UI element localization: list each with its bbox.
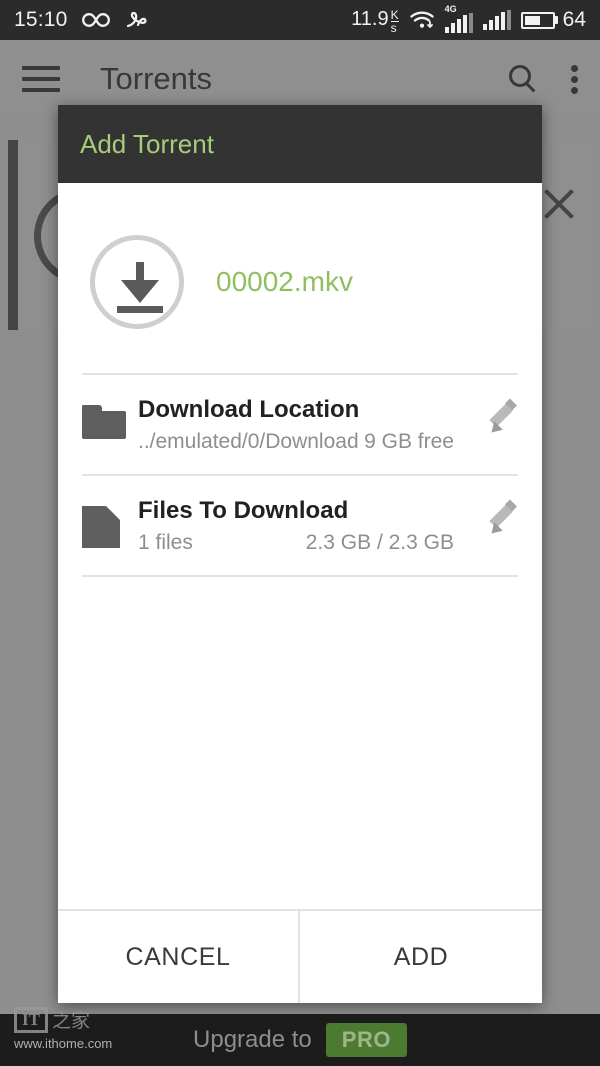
- add-torrent-dialog: Add Torrent 00002.mkv Download Location …: [58, 105, 542, 1003]
- wifi-icon: [409, 10, 435, 30]
- download-location-row[interactable]: Download Location ../emulated/0/Download…: [58, 375, 542, 474]
- dialog-title: Add Torrent: [80, 128, 214, 159]
- download-location-title: Download Location: [138, 396, 360, 423]
- files-to-download-title: Files To Download: [138, 496, 349, 524]
- network-speed-value: 11.9: [351, 7, 389, 30]
- network-speed-indicator: 11.9 K s: [351, 7, 399, 34]
- mobile-signal-secondary: [482, 10, 511, 30]
- network-speed-unit: K s: [390, 7, 399, 34]
- battery-percent-label: 64: [562, 8, 586, 31]
- folder-icon: [82, 397, 138, 439]
- divider: [82, 574, 518, 577]
- edit-files-button[interactable]: [460, 498, 518, 538]
- edit-download-location-button[interactable]: [460, 397, 518, 437]
- download-location-path: ../emulated/0/Download: [138, 429, 359, 453]
- watermark: IT 之家 www.ithome.com: [14, 1006, 154, 1066]
- dialog-actions: CANCEL ADD: [58, 909, 542, 1003]
- upgrade-label: Upgrade to: [193, 1026, 312, 1053]
- watermark-logo: IT 之家: [14, 1006, 90, 1033]
- watermark-logo-cn: 之家: [52, 1010, 91, 1032]
- files-size-label: 2.3 GB / 2.3 GB: [305, 530, 454, 554]
- pro-badge[interactable]: PRO: [325, 1023, 407, 1057]
- download-location-text: Download Location ../emulated/0/Download…: [138, 396, 460, 454]
- watermark-url: www.ithome.com: [14, 1036, 113, 1051]
- mobile-signal-primary: 4G: [444, 4, 473, 33]
- pencil-icon: [484, 499, 518, 538]
- download-circle-icon: [90, 235, 184, 329]
- network-speed-unit-bottom: s: [390, 20, 399, 34]
- status-bar-left: 15:10: [14, 8, 150, 32]
- watermark-logo-text: IT: [14, 1006, 48, 1033]
- cancel-button[interactable]: CANCEL: [58, 911, 300, 1003]
- dialog-header: Add Torrent: [58, 105, 542, 183]
- download-location-detail: ../emulated/0/Download 9 GB free: [138, 430, 460, 454]
- download-location-free-space: 9 GB free: [364, 429, 454, 453]
- status-bar-clock: 15:10: [14, 8, 68, 31]
- add-button[interactable]: ADD: [300, 911, 542, 1003]
- torrent-summary-row: 00002.mkv: [58, 183, 542, 329]
- signal-bars-icon: [444, 12, 473, 33]
- battery-icon: [520, 11, 555, 29]
- torrent-filename: 00002.mkv: [216, 266, 353, 297]
- file-icon: [82, 498, 138, 548]
- dialog-body: 00002.mkv Download Location ../emulated/…: [58, 183, 542, 909]
- pencil-icon: [484, 398, 518, 437]
- battery-indicator: 64: [520, 8, 586, 32]
- upgrade-banner[interactable]: Upgrade to PRO: [193, 1023, 407, 1057]
- files-count-label: 1 files: [138, 530, 193, 554]
- status-bar-right: 11.9 K s 4G 64: [351, 4, 586, 34]
- files-to-download-detail: 1 files 2.3 GB / 2.3 GB: [138, 531, 460, 555]
- files-to-download-text: Files To Download 1 files 2.3 GB / 2.3 G…: [138, 496, 460, 555]
- files-to-download-row[interactable]: Files To Download 1 files 2.3 GB / 2.3 G…: [58, 476, 542, 575]
- infinity-icon: [81, 11, 110, 29]
- loop-alarm-icon: [124, 10, 150, 30]
- network-speed-unit-top: K: [390, 7, 399, 22]
- status-bar: 15:10 11.9 K s 4G 64: [0, 0, 600, 40]
